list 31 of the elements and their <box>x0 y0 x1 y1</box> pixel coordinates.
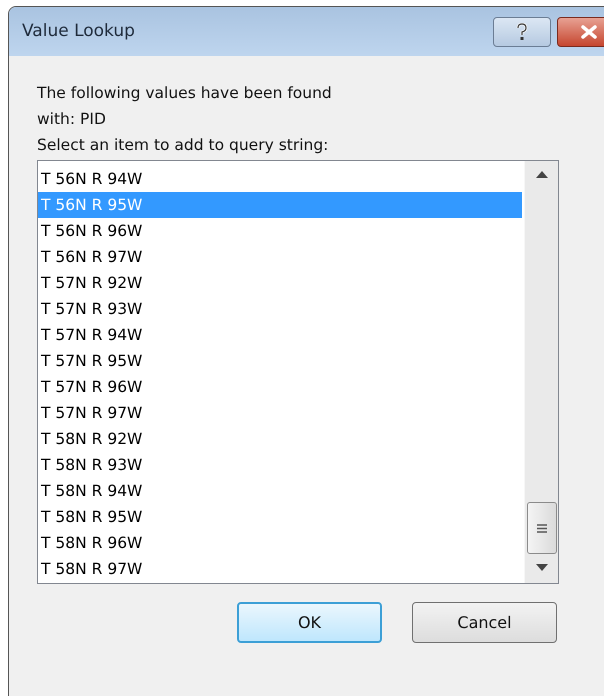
help-button[interactable] <box>493 17 551 47</box>
cancel-button[interactable]: Cancel <box>412 602 557 643</box>
list-item[interactable]: T 57N R 94W <box>38 322 522 348</box>
message-text: The following values have been found <box>37 83 333 104</box>
grip-icon <box>536 524 546 532</box>
scroll-down-icon[interactable] <box>536 564 548 571</box>
values-list[interactable]: T 56N R 94W T 56N R 95W T 56N R 96W T 56N R 97W T 57N R 92W T 57N R 93W T 57N R 94W T 57N R 95W T 57N R 96W T 57N R 97W T 58N R 92W T 58N R 93W T 58N R 94W T 58N R 95W T 58N R 96W T 58N R 97W <box>37 160 559 584</box>
list-item[interactable]: T 58N R 96W <box>38 530 522 556</box>
list-item[interactable]: T 57N R 95W <box>38 348 522 374</box>
list-item[interactable]: T 57N R 92W <box>38 270 522 296</box>
list-item[interactable]: T 58N R 94W <box>38 478 522 504</box>
message-text: Select an item to add to query string: <box>37 135 330 156</box>
close-button[interactable] <box>557 17 604 47</box>
list-item[interactable]: T 57N R 93W <box>38 296 522 322</box>
list-item[interactable]: T 58N R 95W <box>38 504 522 530</box>
close-icon <box>580 25 598 39</box>
message-text: with: PID <box>37 109 107 130</box>
list-item[interactable]: T 56N R 96W <box>38 218 522 244</box>
list-item[interactable]: T 57N R 97W <box>38 400 522 426</box>
scrollbar[interactable] <box>524 161 558 583</box>
list-item[interactable]: T 56N R 94W <box>38 166 522 192</box>
scroll-up-icon[interactable] <box>536 171 548 178</box>
help-icon <box>516 23 528 41</box>
window-title: Value Lookup <box>22 20 135 43</box>
list-item[interactable]: T 58N R 97W <box>38 556 522 582</box>
list-item[interactable]: T 56N R 97W <box>38 244 522 270</box>
ok-button[interactable]: OK <box>237 602 382 643</box>
list-item[interactable]: T 58N R 92W <box>38 426 522 452</box>
list-item[interactable]: T 58N R 93W <box>38 452 522 478</box>
scroll-thumb[interactable] <box>526 502 556 554</box>
list-item[interactable]: T 57N R 96W <box>38 374 522 400</box>
